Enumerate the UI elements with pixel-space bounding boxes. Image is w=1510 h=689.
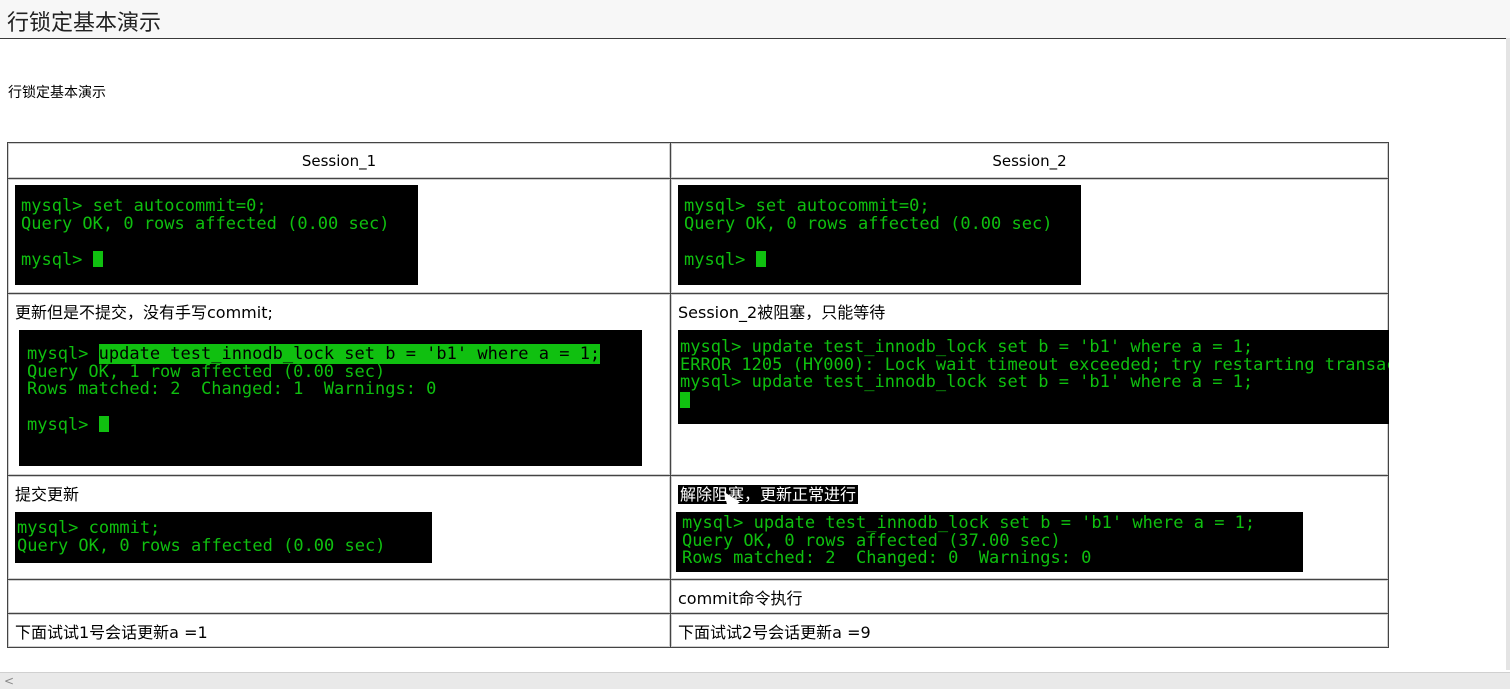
page-title: 行锁定基本演示	[7, 11, 162, 36]
terminal-cursor	[92, 250, 103, 267]
terminal-cursor	[680, 391, 690, 408]
terminal-line: Rows matched: 2 Changed: 0 Warnings: 0	[682, 548, 1092, 568]
terminal-cursor	[755, 250, 766, 267]
scroll-left-arrow-icon[interactable]: <	[4, 674, 14, 688]
table-row: mysql> set autocommit=0; Query OK, 0 row…	[7, 178, 1389, 294]
step-note: 解除阻塞，更新正常进行	[671, 476, 1388, 504]
session-1-cell: 更新但是不提交，没有手写commit; mysql> update test_i…	[7, 293, 671, 476]
table-row: 提交更新 mysql> commit; Query OK, 0 rows aff…	[7, 475, 1389, 580]
horizontal-scrollbar[interactable]: <	[0, 672, 1510, 689]
session-2-terminal: mysql> set autocommit=0; Query OK, 0 row…	[678, 185, 1081, 285]
terminal-line: Query OK, 0 rows affected (0.00 sec)	[684, 213, 1053, 234]
step-note: 提交更新	[15, 485, 80, 504]
terminal-line: Query OK, 0 rows affected (0.00 sec)	[17, 535, 386, 556]
session-1-terminal: mysql> set autocommit=0; Query OK, 0 row…	[15, 185, 418, 285]
session-table: Session_1 Session_2 mysql> set autocommi…	[7, 142, 1389, 648]
window-title-bar: 行锁定基本演示	[0, 0, 1510, 39]
session-2-cell: Session_2被阻塞，只能等待 mysql> update test_inn…	[670, 293, 1389, 476]
terminal-line: Query OK, 0 rows affected (0.00 sec)	[21, 213, 390, 234]
terminal-line: mysql>	[21, 249, 93, 270]
session-1-terminal: mysql> update test_innodb_lock set b = '…	[19, 330, 642, 466]
terminal-line: mysql>	[27, 415, 99, 435]
terminal-line: mysql>	[684, 249, 756, 270]
section-heading: 行锁定基本演示	[8, 85, 106, 101]
session-1-cell: mysql> set autocommit=0; Query OK, 0 row…	[7, 178, 671, 294]
step-note: 下面试试1号会话更新a =1	[15, 623, 208, 642]
session-1-cell: 下面试试1号会话更新a =1	[7, 613, 671, 648]
terminal-line: Rows matched: 2 Changed: 1 Warnings: 0	[27, 379, 437, 399]
step-note	[8, 580, 670, 607]
session-2-terminal: mysql> update test_innodb_lock set b = '…	[678, 330, 1389, 424]
step-note: Session_2被阻塞，只能等待	[678, 303, 886, 322]
table-row: 下面试试1号会话更新a =1 下面试试2号会话更新a =9	[7, 613, 1389, 648]
session-1-header: Session_1	[7, 142, 671, 179]
session-2-cell: 解除阻塞，更新正常进行 mysql> update test_innodb_lo…	[670, 475, 1389, 580]
terminal-cursor	[98, 416, 109, 432]
session-1-terminal: mysql> commit; Query OK, 0 rows affected…	[15, 512, 432, 563]
session-1-cell	[7, 579, 671, 614]
session-2-header: Session_2	[670, 142, 1389, 179]
step-note: 更新但是不提交，没有手写commit;	[15, 303, 273, 322]
session-2-cell: mysql> set autocommit=0; Query OK, 0 row…	[670, 178, 1389, 294]
session-2-cell: commit命令执行	[670, 579, 1389, 614]
table-row: commit命令执行	[7, 579, 1389, 614]
session-1-cell: 提交更新 mysql> commit; Query OK, 0 rows aff…	[7, 475, 671, 580]
session-2-terminal: mysql> update test_innodb_lock set b = '…	[676, 512, 1303, 572]
vertical-scrollbar[interactable]	[1506, 38, 1510, 670]
session-2-cell: 下面试试2号会话更新a =9	[670, 613, 1389, 648]
highlighted-note: 解除阻塞，更新正常进行	[678, 485, 859, 504]
table-header-row: Session_1 Session_2	[7, 142, 1389, 179]
step-note: commit命令执行	[678, 589, 803, 608]
table-row: 更新但是不提交，没有手写commit; mysql> update test_i…	[7, 293, 1389, 476]
terminal-line: mysql> update test_innodb_lock set b = '…	[680, 372, 1254, 392]
step-note: 下面试试2号会话更新a =9	[678, 623, 871, 642]
